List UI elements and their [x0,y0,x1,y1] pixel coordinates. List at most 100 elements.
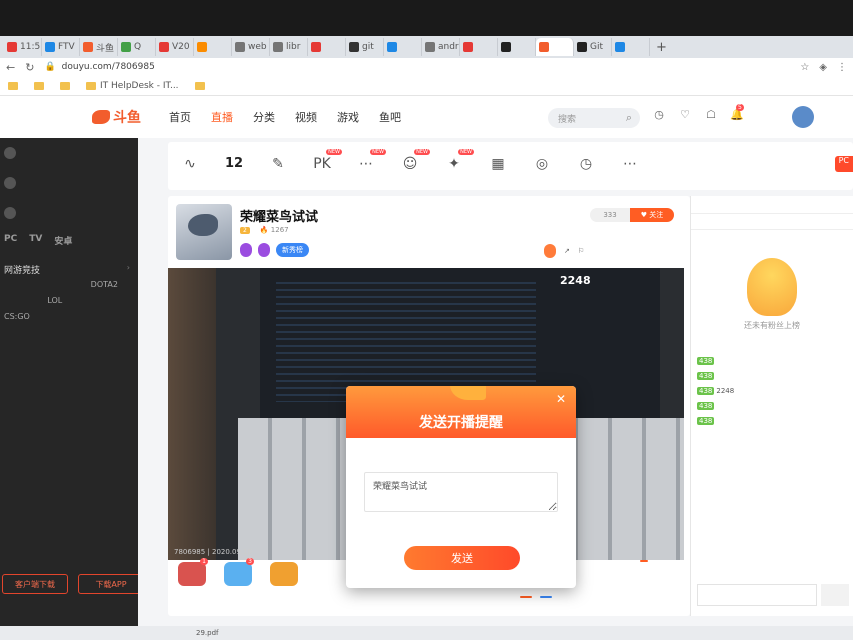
platform-tv[interactable]: TV [29,234,42,247]
chat-message: 438 [691,369,853,384]
nav-yuba[interactable]: 鱼吧 [379,109,401,125]
toolbar-tool[interactable]: ⋯ NEW [344,149,388,176]
nav-games[interactable]: 游戏 [337,109,359,125]
tab-favicon-icon [45,42,55,52]
close-icon[interactable]: ✕ [556,392,566,406]
bookmark-folder[interactable] [34,81,44,90]
newbie-rank-pill[interactable]: 新秀榜 [276,243,309,257]
gift-item[interactable]: 3 [222,558,254,586]
chat-message-text: 2248 [716,387,735,395]
toolbar-tool[interactable]: ✎ [256,156,300,176]
gift-count-badge: 1 [200,558,208,565]
category-item-dota2[interactable]: DOTA2 [91,280,134,289]
gift-item[interactable]: 1 [176,558,208,586]
toolbar-tool[interactable]: ◎ [520,156,564,176]
site-header: 斗鱼 首页 直播 分类 视频 游戏 鱼吧 搜索 ⌕ ◷ ♡ ☖ 5 🔔 [0,96,853,138]
bookmark-folder[interactable] [194,81,205,90]
app-download-button[interactable]: 下载APP [78,574,144,594]
history-icon[interactable]: ◷ [652,108,666,121]
browser-tab[interactable]: 斗鱼 [80,38,118,56]
browser-tab[interactable]: V20 [156,38,194,56]
category-item[interactable] [4,296,47,305]
menu-icon[interactable]: ⋮ [837,62,847,73]
report-icon[interactable]: ⚐ [578,247,584,255]
nav-category[interactable]: 分类 [253,109,275,125]
browser-tab[interactable]: FTV [42,38,80,56]
browser-tab[interactable] [536,38,574,56]
browser-tab[interactable]: Q [118,38,156,56]
browser-tab[interactable] [460,38,498,56]
browser-tab[interactable]: andr [422,38,460,56]
sidebar-entry[interactable] [0,168,138,198]
toolbar-tool[interactable]: ⋯ [608,156,652,176]
douyu-logo[interactable]: 斗鱼 [92,107,141,127]
platform-android[interactable]: 安卓 [54,234,72,247]
category-item[interactable] [47,280,90,289]
browser-tab[interactable]: 11:57 [4,38,42,56]
browser-tab[interactable] [194,38,232,56]
pc-client-download-button[interactable]: 客户端下载 [2,574,68,594]
nav-live[interactable]: 直播 [211,109,233,125]
browser-tab[interactable] [384,38,422,56]
more-link[interactable]: › [127,263,134,276]
search-input[interactable]: 搜索 ⌕ [548,108,640,128]
gift-item[interactable] [268,562,300,586]
bookmark-it-helpdesk[interactable]: IT HelpDesk - IT... [86,81,179,91]
video-frame [168,268,216,560]
toolbar-tool[interactable]: ▦ [476,156,520,176]
bookmark-folder[interactable] [60,81,70,90]
recharge-button[interactable] [520,596,532,598]
send-button[interactable]: 发送 [404,546,520,570]
browser-tab[interactable]: libr [270,38,308,56]
star-icon[interactable]: ☆ [800,62,809,73]
address-bar[interactable]: 🔒 douyu.com/7806985 [44,60,604,74]
sidebar-entry[interactable] [0,198,138,228]
new-badge: NEW [326,149,342,155]
browser-tab[interactable] [308,38,346,56]
nav-video[interactable]: 视频 [295,109,317,125]
chat-send-button[interactable] [821,584,849,606]
category-item[interactable] [91,296,134,305]
follow-heart-icon[interactable]: ♡ [678,108,692,121]
fans-club-badge[interactable] [640,560,648,562]
toolbar-tool[interactable]: ∿ [168,156,212,176]
toolbar-tool[interactable]: ✦ NEW [432,149,476,176]
browser-tab[interactable]: git [346,38,384,56]
reminder-text-input[interactable]: 荣耀菜鸟试试 [364,472,558,512]
category-item-lol[interactable]: LOL [47,296,90,305]
refresh-icon[interactable]: ↻ [25,61,34,74]
toolbar-tool[interactable]: PK NEW [300,149,344,176]
browser-tab[interactable] [498,38,536,56]
rank-pill[interactable] [240,243,252,257]
toolbar-tool[interactable]: ☺ NEW [388,149,432,176]
pc-button[interactable]: PC [834,156,853,172]
category-item[interactable] [4,280,47,289]
taskbar-item-pdf[interactable]: 29.pdf [196,629,218,637]
back-icon[interactable]: ← [6,61,15,74]
toolbar-tool[interactable]: 12 [212,156,256,176]
fire-rank-pill[interactable] [544,244,556,258]
chat-message: 438 [691,354,853,369]
extension-icon[interactable]: ◈ [819,62,827,73]
gift-icon [224,562,252,586]
browser-tab[interactable] [612,38,650,56]
streamer-avatar[interactable] [176,204,232,260]
bookmark-folder[interactable] [8,81,18,90]
follow-button[interactable]: ♥ 关注 [630,208,674,222]
browser-tab[interactable]: web [232,38,270,56]
noble-button[interactable] [540,596,552,598]
nav-home[interactable]: 首页 [169,109,191,125]
category-item-csgo[interactable]: CS:GO [4,312,47,321]
user-avatar[interactable] [792,106,814,128]
chat-input[interactable] [697,584,817,606]
rank-pill[interactable] [258,243,270,257]
share-icon[interactable]: ↗ [564,247,570,255]
task-icon[interactable]: ☖ 5 [704,104,744,121]
browser-tab[interactable]: Git [574,38,612,56]
tab-favicon-icon [83,42,93,52]
platform-pc[interactable]: PC [4,234,17,247]
toolbar-tool[interactable]: ◷ [564,156,608,176]
search-icon[interactable]: ⌕ [626,111,632,125]
sidebar-entry[interactable] [0,138,138,168]
new-tab-button[interactable]: + [656,40,667,55]
